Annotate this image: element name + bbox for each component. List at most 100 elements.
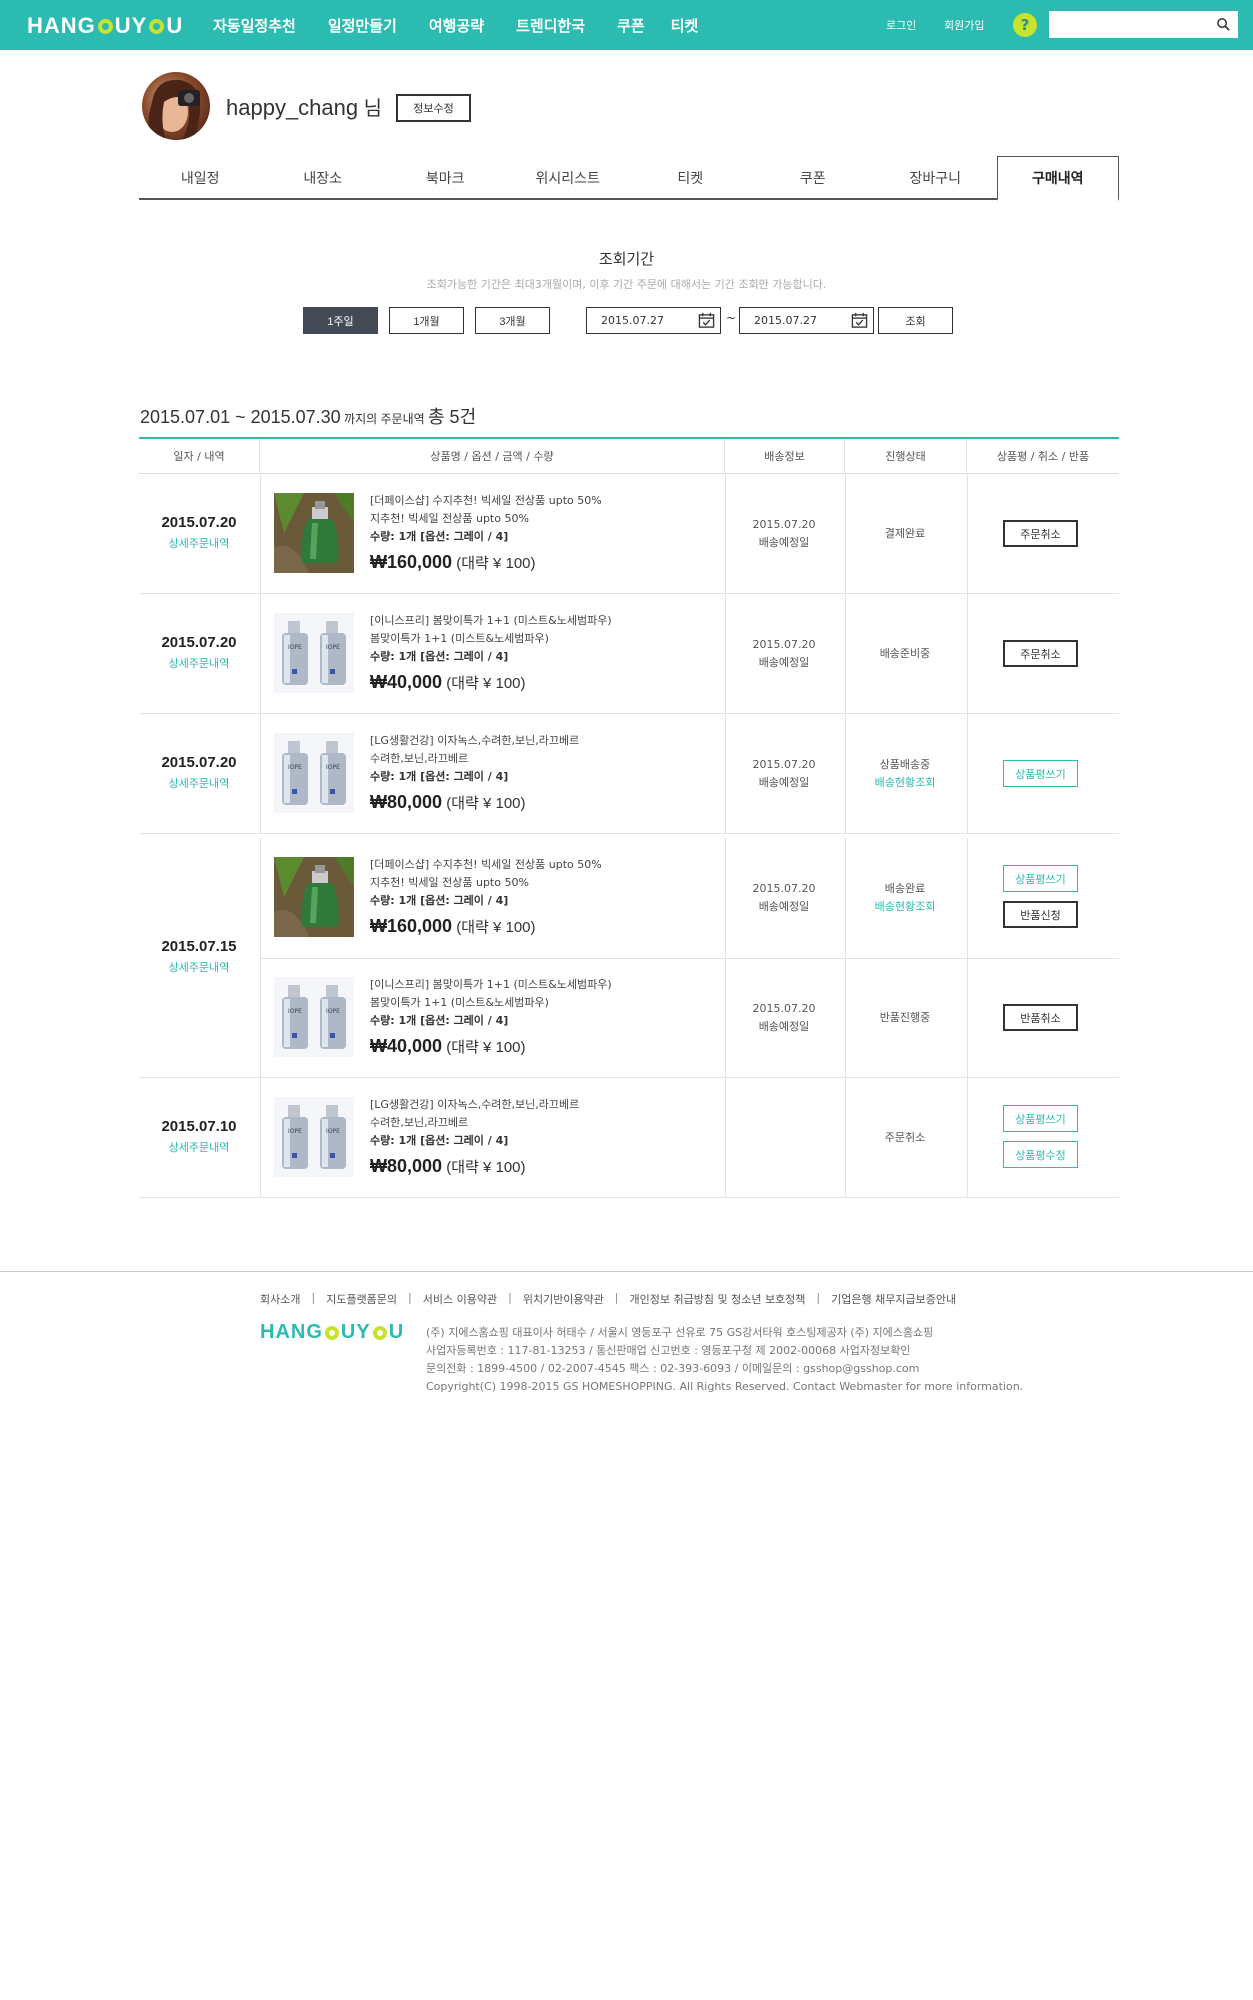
period-1month-button[interactable]: 1개월: [389, 307, 464, 334]
footer-link-guarantee[interactable]: 기업은행 채무지급보증안내: [831, 1291, 956, 1307]
period-3month-button[interactable]: 3개월: [475, 307, 550, 334]
product-thumbnail[interactable]: IOPE IOPE: [274, 1097, 354, 1177]
order-group: 2015.07.20 상세주문내역 IOPE IOPE [LG생활건강] 이자녹스,수려…: [139, 714, 1119, 834]
summary-middle: 까지의 주문내역: [340, 412, 428, 426]
nav-travel-guide[interactable]: 여행공략: [429, 15, 484, 36]
footer-link-location-terms[interactable]: 위치기반이용약관: [523, 1291, 604, 1307]
product-image-green-bottle[interactable]: [274, 493, 354, 573]
order-status: 배송완료 배송현황조회: [845, 880, 965, 916]
username-suffix: 님: [358, 98, 383, 120]
column-divider: [967, 1078, 968, 1197]
tab-my-schedule[interactable]: 내일정: [139, 157, 262, 200]
order-detail-link[interactable]: 상세주문내역: [139, 959, 259, 975]
product-quantity-option: 수량: 1개 [옵션: 그레이 / 4]: [370, 770, 509, 783]
nav-trendy-korea[interactable]: 트렌디한국: [516, 15, 585, 36]
order-action-button[interactable]: 상품평쓰기: [1003, 760, 1078, 787]
product-name[interactable]: [이니스프리] 봄맞이특가 1+1 (미스트&노세범파우): [370, 612, 612, 630]
end-date-field[interactable]: 2015.07.27: [739, 307, 874, 334]
footer-link-privacy[interactable]: 개인정보 취급방침 및 청소년 보호정책: [630, 1291, 806, 1307]
product-thumbnail[interactable]: [274, 857, 354, 937]
product-image-silver-bottles[interactable]: IOPE IOPE: [274, 1097, 354, 1177]
product-image-silver-bottles[interactable]: IOPE IOPE: [274, 977, 354, 1057]
search-icon[interactable]: [1216, 17, 1231, 32]
order-action-button[interactable]: 반품신청: [1003, 901, 1078, 928]
footer-link-map-inquiry[interactable]: 지도플랫폼문의: [326, 1291, 397, 1307]
footer-info-line: Copyright(C) 1998-2015 GS HOMESHOPPING. …: [426, 1380, 1024, 1393]
product-quantity-option: 수량: 1개 [옵션: 그레이 / 4]: [370, 1134, 509, 1147]
order-date-cell: 2015.07.20 상세주문내역: [139, 634, 259, 671]
login-link[interactable]: 로그인: [886, 0, 916, 50]
product-thumbnail[interactable]: IOPE IOPE: [274, 977, 354, 1057]
calendar-icon[interactable]: [698, 312, 715, 329]
date-range-tilde: ~: [726, 311, 737, 325]
help-icon[interactable]: ?: [1013, 13, 1037, 37]
join-link[interactable]: 회원가입: [944, 0, 984, 50]
table-header: 일자 / 내역 상품명 / 옵션 / 금액 / 수량 배송정보 진행상태 상품평…: [139, 437, 1119, 474]
product-image-silver-bottles[interactable]: IOPE IOPE: [274, 733, 354, 813]
tab-coupon[interactable]: 쿠폰: [752, 157, 875, 200]
logo-text-right: UY: [114, 13, 148, 38]
product-name[interactable]: [LG생활건강] 이자녹스,수려한,보닌,라끄베르: [370, 732, 579, 750]
tracking-link[interactable]: 배송현황조회: [845, 898, 965, 916]
period-1week-button[interactable]: 1주일: [303, 307, 378, 334]
nav-make-schedule[interactable]: 일정만들기: [328, 15, 397, 36]
site-logo[interactable]: HANG UY U: [27, 13, 183, 39]
order-detail-link[interactable]: 상세주문내역: [139, 535, 259, 551]
username: happy_chang 님: [226, 92, 382, 121]
tab-ticket[interactable]: 티켓: [629, 157, 752, 200]
order-action-button[interactable]: 상품평수정: [1003, 1141, 1078, 1168]
product-name[interactable]: [더페이스샵] 수지추천! 빅세일 전상품 upto 50%: [370, 856, 602, 874]
tab-purchase-history[interactable]: 구매내역: [996, 156, 1119, 201]
product-thumbnail[interactable]: [274, 493, 354, 573]
tab-bookmark[interactable]: 북마크: [384, 157, 507, 200]
order-detail-link[interactable]: 상세주문내역: [139, 655, 259, 671]
shipping-label: 배송예정일: [758, 900, 810, 913]
column-divider: [967, 594, 968, 713]
calendar-icon[interactable]: [851, 312, 868, 329]
order-action-button[interactable]: 주문취소: [1003, 520, 1078, 547]
order-group: 2015.07.20 상세주문내역 [더페이스샵] 수지추천! 빅세일 전상품 up…: [139, 474, 1119, 594]
order-action-button[interactable]: 반품취소: [1003, 1004, 1078, 1031]
product-info: [더페이스샵] 수지추천! 빅세일 전상품 upto 50% 지추천! 빅세일 전…: [370, 856, 602, 940]
price-approx: (대략 ¥ 100): [442, 1039, 526, 1056]
tab-cart[interactable]: 장바구니: [874, 157, 997, 200]
column-divider: [260, 1078, 261, 1197]
order-detail-link[interactable]: 상세주문내역: [139, 775, 259, 791]
column-divider: [260, 714, 261, 833]
product-thumbnail[interactable]: IOPE IOPE: [274, 733, 354, 813]
order-detail-link[interactable]: 상세주문내역: [139, 1139, 259, 1155]
svg-text:IOPE: IOPE: [326, 644, 340, 651]
svg-text:IOPE: IOPE: [326, 1128, 340, 1135]
col-status: 진행상태: [845, 439, 967, 474]
nav-coupon[interactable]: 쿠폰: [617, 15, 645, 36]
logo-circle-icon: [372, 1325, 387, 1340]
shipping-date: 2015.07.20: [752, 638, 816, 651]
footer-link-terms[interactable]: 서비스 이용약관: [423, 1291, 497, 1307]
tab-my-places[interactable]: 내장소: [262, 157, 385, 200]
product-image-silver-bottles[interactable]: IOPE IOPE: [274, 613, 354, 693]
footer-info-line: 문의전화 : 1899-4500 / 02-2007-4545 팩스 : 02-…: [426, 1362, 920, 1375]
order-action-button[interactable]: 주문취소: [1003, 640, 1078, 667]
order-action-button[interactable]: 상품평쓰기: [1003, 865, 1078, 892]
query-button[interactable]: 조회: [878, 307, 953, 334]
nav-auto-schedule[interactable]: 자동일정추천: [213, 15, 296, 36]
col-shipping: 배송정보: [725, 439, 845, 474]
product-name[interactable]: [LG생활건강] 이자녹스,수려한,보닌,라끄베르: [370, 1096, 579, 1114]
product-image-green-bottle[interactable]: [274, 857, 354, 937]
search-box: [1049, 11, 1238, 38]
nav-ticket[interactable]: 티켓: [671, 15, 699, 36]
product-thumbnail[interactable]: IOPE IOPE: [274, 613, 354, 693]
shipping-label: 배송예정일: [758, 776, 810, 789]
search-input[interactable]: [1049, 11, 1209, 38]
footer-link-about[interactable]: 회사소개: [260, 1291, 300, 1307]
product-name[interactable]: [더페이스샵] 수지추천! 빅세일 전상품 upto 50%: [370, 492, 602, 510]
end-date-value: 2015.07.27: [754, 314, 817, 327]
tab-wishlist[interactable]: 위시리스트: [507, 157, 630, 200]
column-divider: [967, 714, 968, 833]
product-name[interactable]: [이니스프리] 봄맞이특가 1+1 (미스트&노세범파우): [370, 976, 612, 994]
start-date-field[interactable]: 2015.07.27: [586, 307, 721, 334]
edit-profile-button[interactable]: 정보수정: [396, 94, 471, 122]
order-action-button[interactable]: 상품평쓰기: [1003, 1105, 1078, 1132]
tracking-link[interactable]: 배송현황조회: [845, 774, 965, 792]
footer-separator: |: [614, 1291, 619, 1304]
